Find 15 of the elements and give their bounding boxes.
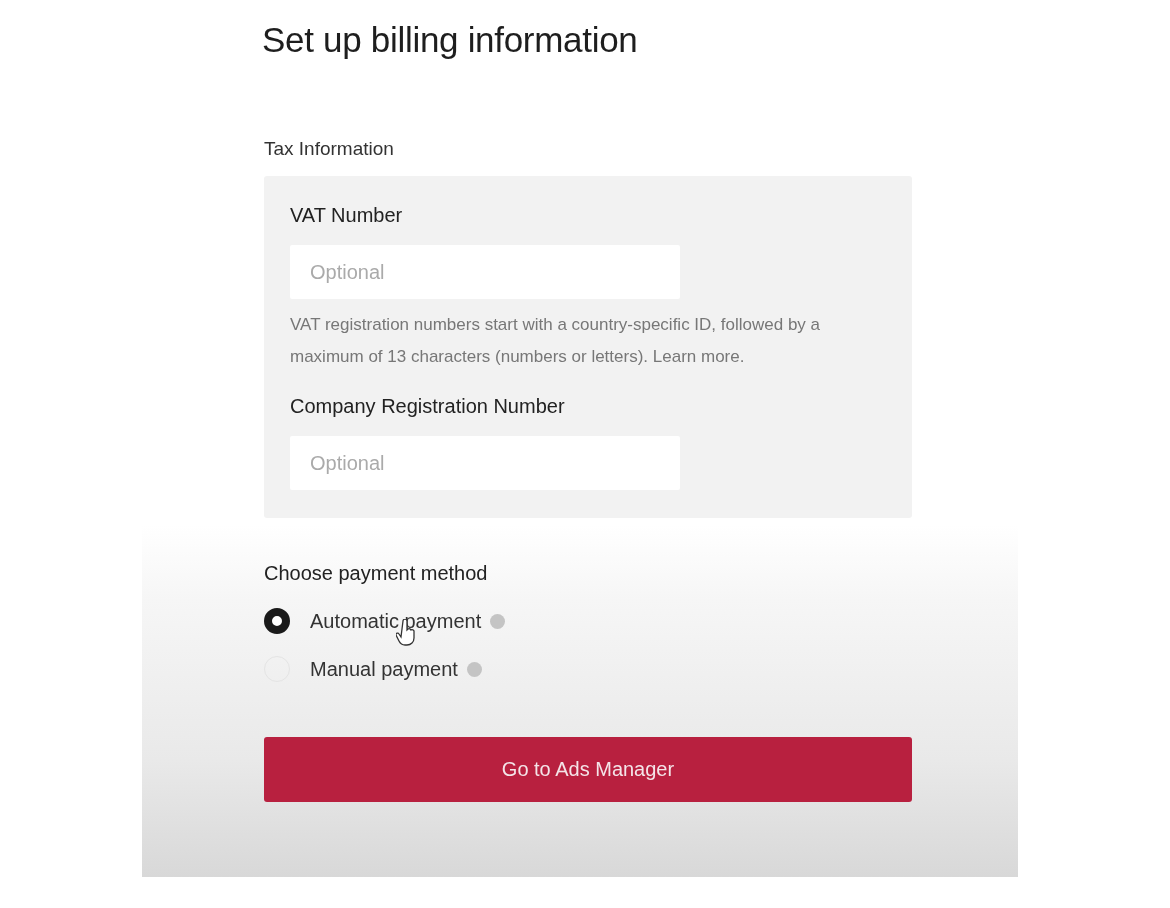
input-field[interactable]: Optional (290, 436, 680, 490)
help-icon[interactable] (490, 613, 506, 629)
page-title: Set up billing information (262, 20, 639, 60)
go-to-ads-manager-button[interactable]: Go to Ads Manager (264, 737, 912, 802)
payment-label: Choose payment method (264, 562, 489, 585)
radio-button[interactable] (264, 608, 290, 634)
field-label: VAT Number (290, 204, 404, 227)
option-label[interactable]: Automatic payment (310, 609, 482, 633)
learn-more-link[interactable]: Learn more. (652, 347, 745, 366)
field-label: Company Registration Number (290, 395, 566, 418)
option-label[interactable]: Manual payment (310, 657, 458, 681)
help-text: VAT registration numbers start with a country-specific ID, followed by a maximum of 13 characters (numbers or letters). Learn more. (290, 314, 822, 368)
help-icon[interactable] (466, 661, 482, 677)
section-label: Tax Information (264, 138, 395, 160)
input-field[interactable]: Optional (290, 245, 680, 299)
